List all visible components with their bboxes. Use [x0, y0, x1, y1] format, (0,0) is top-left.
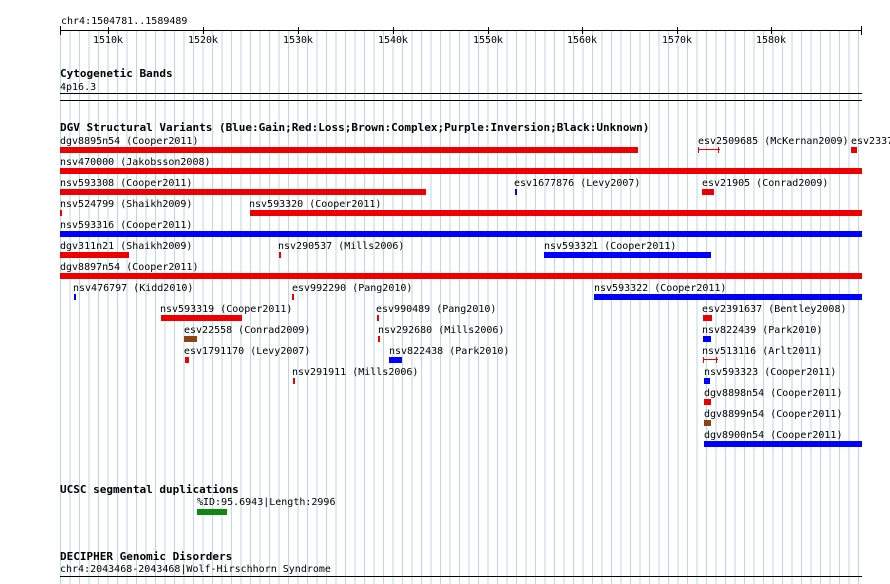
decipher-line — [60, 576, 862, 577]
variant-label[interactable]: dgv8898n54 (Cooper2011) — [704, 388, 842, 399]
variant-feature-nsv524799[interactable] — [60, 210, 62, 216]
variant-label[interactable]: dgv8900n54 (Cooper2011) — [704, 430, 842, 441]
variant-label[interactable]: nsv291911 (Mills2006) — [292, 367, 418, 378]
ruler-tick — [582, 27, 583, 34]
variant-feature-nsv822438[interactable] — [389, 357, 402, 363]
variant-feature-nsv593323[interactable] — [704, 378, 710, 384]
variant-label[interactable]: nsv476797 (Kidd2010) — [73, 283, 193, 294]
variant-feature-nsv593320[interactable] — [250, 210, 862, 216]
decipher-track-title: DECIPHER Genomic Disorders — [60, 550, 233, 563]
variant-feature-dgv311n21[interactable] — [60, 252, 129, 258]
ruler-axis — [60, 30, 862, 31]
variant-feature-nsv593319[interactable] — [161, 315, 242, 321]
variant-label[interactable]: dgv8897n54 (Cooper2011) — [60, 262, 198, 273]
ruler-tick — [203, 27, 204, 34]
variant-feature-nsv290537[interactable] — [279, 252, 281, 258]
variant-feature-esv2337[interactable] — [851, 147, 857, 153]
variant-feature-nsv292680[interactable] — [378, 336, 380, 342]
ruler-tick — [393, 27, 394, 34]
variant-label[interactable]: nsv593319 (Cooper2011) — [160, 304, 292, 315]
variant-feature-dgv8895n54[interactable] — [60, 147, 638, 153]
ruler-tick-label: 1570k — [661, 35, 693, 46]
ruler-tick-label: 1540k — [377, 35, 409, 46]
cytoband-top-line — [60, 93, 862, 94]
variant-label[interactable]: nsv593323 (Cooper2011) — [704, 367, 836, 378]
variant-feature-esv990489[interactable] — [377, 315, 379, 321]
ruler-tick — [488, 27, 489, 34]
cytoband-bottom-line — [60, 100, 862, 101]
variant-feature-dgv8898n54[interactable] — [704, 399, 711, 405]
variant-label[interactable]: nsv593308 (Cooper2011) — [60, 178, 192, 189]
variant-label[interactable]: esv2509685 (McKernan2009) — [698, 136, 849, 147]
segdup-track-title: UCSC segmental duplications — [60, 483, 239, 496]
ruler-tick — [771, 27, 772, 34]
variant-label[interactable]: nsv593316 (Cooper2011) — [60, 220, 192, 231]
variant-feature-dgv8899n54[interactable] — [704, 420, 711, 426]
variant-label[interactable]: esv2391637 (Bentley2008) — [702, 304, 847, 315]
variant-label[interactable]: nsv593322 (Cooper2011) — [594, 283, 726, 294]
variant-feature-esv2391637[interactable] — [703, 315, 712, 321]
ruler-tick — [677, 27, 678, 34]
variant-feature-esv2509685[interactable] — [698, 149, 720, 150]
ruler-tick-label: 1510k — [92, 35, 124, 46]
variant-feature-nsv593321[interactable] — [544, 252, 711, 258]
variant-label[interactable]: nsv513116 (Arlt2011) — [702, 346, 822, 357]
variant-feature-nsv593308[interactable] — [60, 189, 426, 195]
variant-label[interactable]: nsv822439 (Park2010) — [702, 325, 822, 336]
variant-label[interactable]: nsv593320 (Cooper2011) — [249, 199, 381, 210]
variant-label[interactable]: nsv524799 (Shaikh2009) — [60, 199, 192, 210]
variant-label[interactable]: esv1677876 (Levy2007) — [514, 178, 640, 189]
ruler-end-cap — [861, 26, 862, 35]
ruler-tick-label: 1520k — [187, 35, 219, 46]
ruler-tick — [298, 27, 299, 34]
variant-end-cap — [716, 357, 717, 363]
variant-feature-dgv8900n54[interactable] — [704, 441, 862, 447]
variant-feature-nsv470000[interactable] — [60, 168, 862, 174]
segdup-label[interactable]: %ID:95.6943|Length:2996 — [197, 497, 335, 508]
ruler-tick-label: 1580k — [755, 35, 787, 46]
ruler-tick-label: 1550k — [472, 35, 504, 46]
dgv-track-title: DGV Structural Variants (Blue:Gain;Red:L… — [60, 121, 650, 134]
variant-feature-esv22558[interactable] — [184, 336, 197, 342]
variant-label[interactable]: dgv8899n54 (Cooper2011) — [704, 409, 842, 420]
variant-feature-esv992290[interactable] — [292, 294, 294, 300]
variant-label[interactable]: nsv292680 (Mills2006) — [378, 325, 504, 336]
variant-label[interactable]: esv21905 (Conrad2009) — [702, 178, 828, 189]
variant-feature-nsv593316[interactable] — [60, 231, 862, 237]
segdup-feature[interactable] — [197, 509, 227, 515]
variant-label[interactable]: nsv290537 (Mills2006) — [278, 241, 404, 252]
variant-feature-nsv822439[interactable] — [703, 336, 711, 342]
variant-label[interactable]: dgv8895n54 (Cooper2011) — [60, 136, 198, 147]
ruler-tick-label: 1560k — [566, 35, 598, 46]
ruler-tick-label: 1530k — [282, 35, 314, 46]
variant-feature-nsv476797[interactable] — [74, 294, 76, 300]
variant-feature-nsv291911[interactable] — [293, 378, 295, 384]
cytoband-track-title: Cytogenetic Bands — [60, 67, 173, 80]
locus-label: chr4:1504781..1589489 — [61, 16, 188, 27]
variant-feature-esv1791170[interactable] — [185, 357, 189, 363]
variant-feature-esv21905[interactable] — [702, 189, 714, 195]
variant-end-cap — [718, 147, 719, 153]
variant-label[interactable]: nsv593321 (Cooper2011) — [544, 241, 676, 252]
variant-label[interactable]: nsv822438 (Park2010) — [389, 346, 509, 357]
variant-label[interactable]: esv2337 — [851, 136, 890, 147]
ruler-start-cap — [60, 26, 61, 35]
variant-label[interactable]: esv990489 (Pang2010) — [376, 304, 496, 315]
ruler-tick — [108, 27, 109, 34]
variant-label[interactable]: dgv311n21 (Shaikh2009) — [60, 241, 192, 252]
decipher-label[interactable]: chr4:2043468-2043468|Wolf-Hirschhorn Syn… — [60, 564, 331, 575]
variant-feature-dgv8897n54[interactable] — [60, 273, 862, 279]
variant-label[interactable]: esv992290 (Pang2010) — [292, 283, 412, 294]
variant-label[interactable]: esv22558 (Conrad2009) — [184, 325, 310, 336]
variant-label[interactable]: nsv470000 (Jakobsson2008) — [60, 157, 211, 168]
variant-feature-esv1677876[interactable] — [515, 189, 517, 195]
variant-end-cap — [698, 147, 699, 153]
variant-end-cap — [703, 357, 704, 363]
variant-feature-nsv593322[interactable] — [594, 294, 862, 300]
variant-label[interactable]: esv1791170 (Levy2007) — [184, 346, 310, 357]
cytoband-label[interactable]: 4p16.3 — [60, 82, 96, 93]
